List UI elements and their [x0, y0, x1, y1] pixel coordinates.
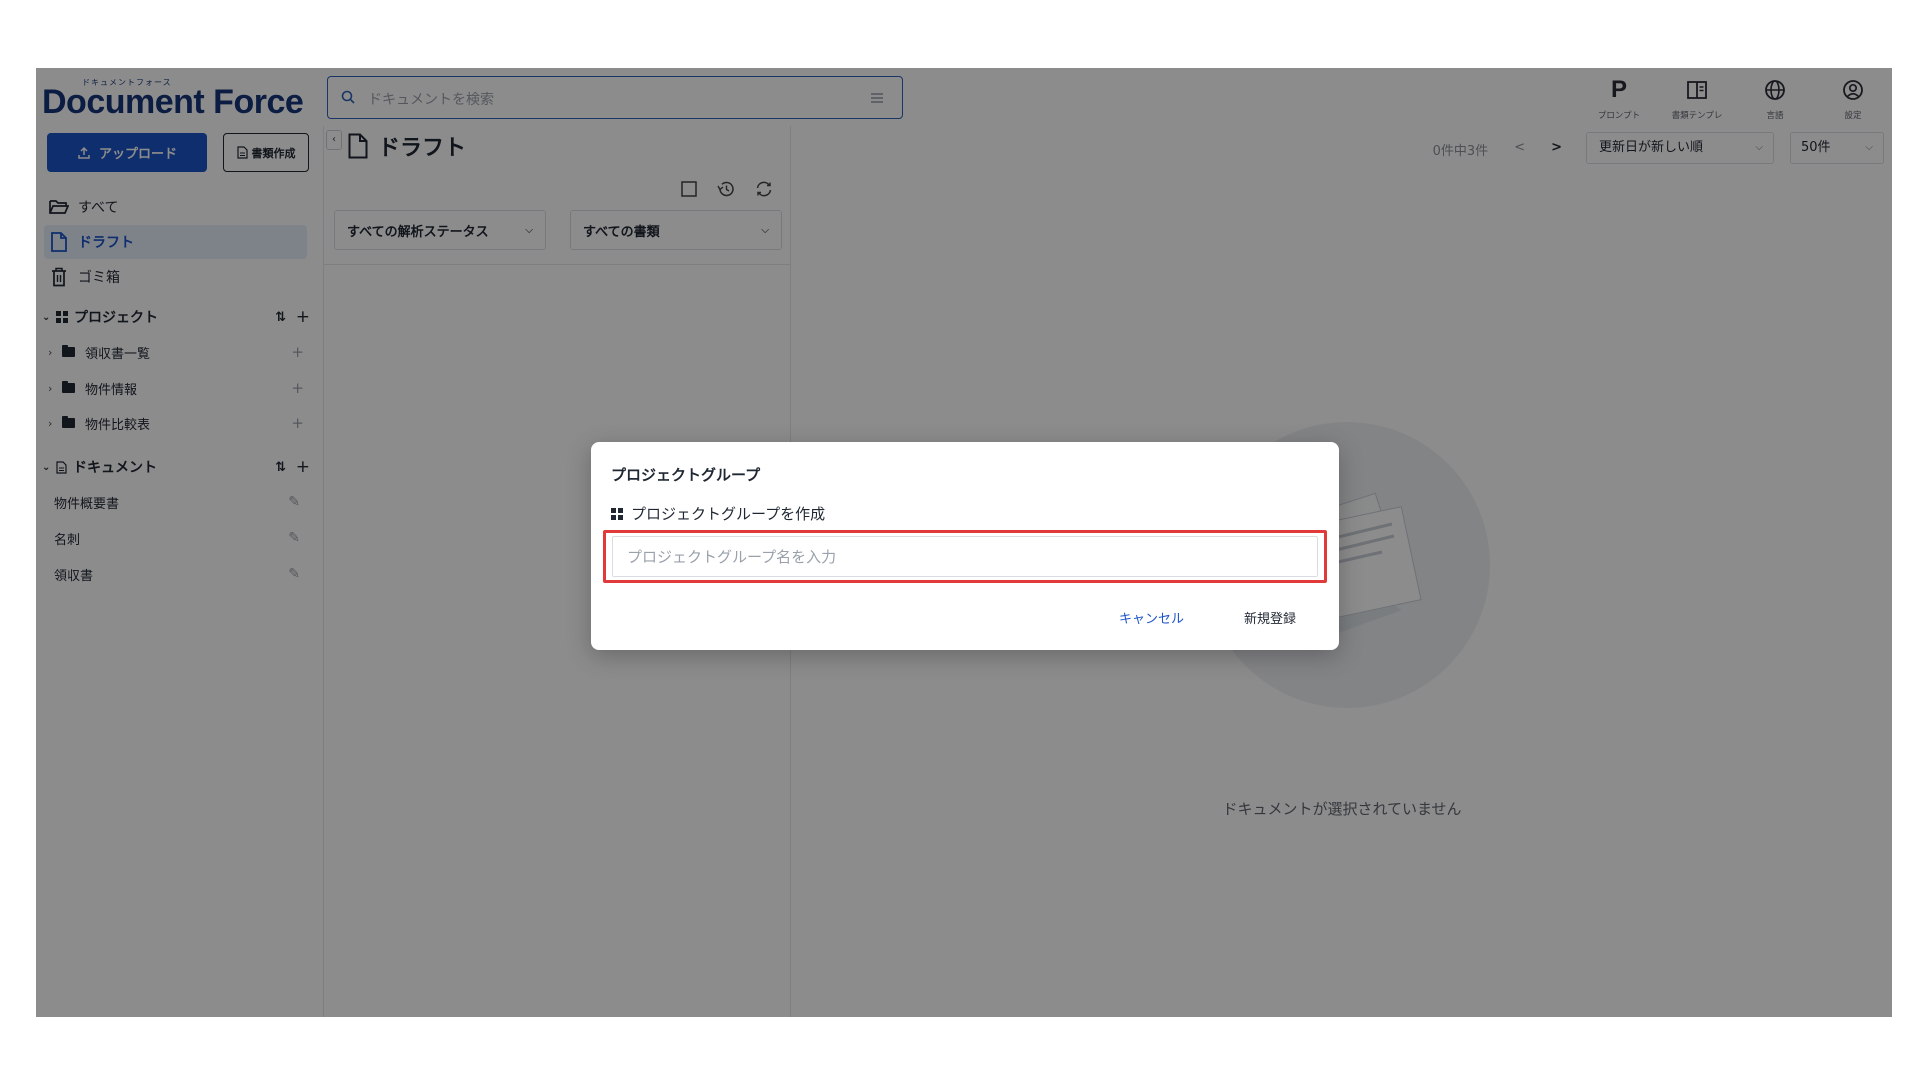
grid-icon [611, 507, 623, 520]
cancel-button[interactable]: キャンセル [1119, 608, 1184, 627]
register-button[interactable]: 新規登録 [1244, 608, 1296, 627]
dialog-title: プロジェクトグループ [611, 466, 761, 484]
project-group-dialog: プロジェクトグループ プロジェクトグループを作成 キャンセル 新規登録 [591, 442, 1339, 650]
dialog-subtitle: プロジェクトグループを作成 [611, 503, 825, 524]
input-highlight [603, 530, 1327, 583]
dialog-subtitle-text: プロジェクトグループを作成 [631, 505, 826, 523]
app-window: ドキュメントフォース Document Force ドキュメントを検索 P プロ… [36, 68, 1892, 1017]
project-group-name-input[interactable] [612, 536, 1318, 577]
